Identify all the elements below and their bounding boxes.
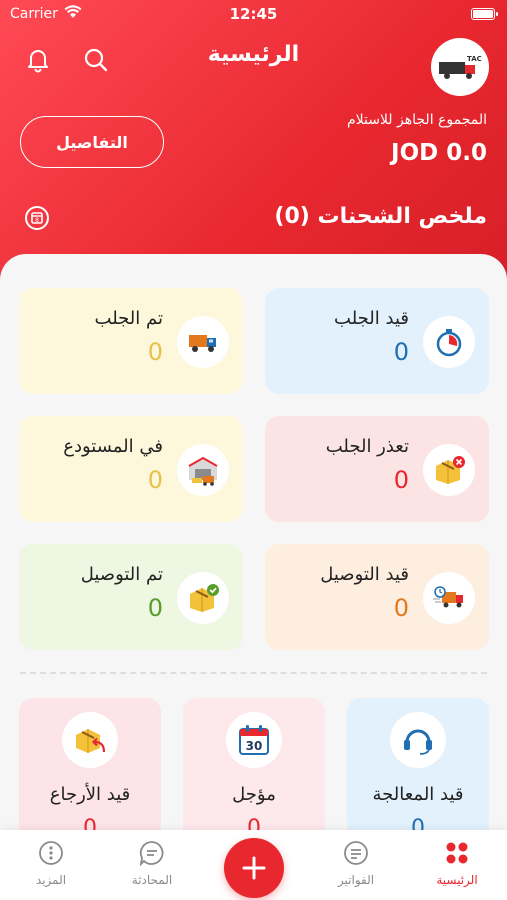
card-label: تعذر الجلب	[325, 436, 409, 457]
company-logo[interactable]: TAC	[431, 38, 489, 96]
stopwatch-icon	[423, 316, 475, 368]
svg-text:30: 30	[246, 739, 263, 753]
details-button[interactable]: التفاصيل	[20, 116, 164, 168]
tab-label: الرئيسية	[436, 873, 478, 887]
card-delivered[interactable]: تم التوصيل 0	[19, 544, 243, 650]
chat-icon	[137, 838, 167, 868]
clock: 12:45	[229, 5, 278, 23]
more-icon	[36, 838, 66, 868]
delivery-truck-icon	[423, 572, 475, 624]
tab-chat[interactable]: المحادثة	[112, 838, 192, 887]
tab-invoices[interactable]: الفواتير	[316, 838, 396, 887]
truck-icon	[177, 316, 229, 368]
tab-more[interactable]: المزيد	[11, 838, 91, 887]
invoice-icon	[341, 838, 371, 868]
tile-label: قيد المعالجة	[372, 784, 464, 805]
tab-home[interactable]: الرئيسية	[417, 838, 497, 887]
warehouse-icon	[177, 444, 229, 496]
tile-label: مؤجل	[232, 784, 276, 805]
tab-label: المحادثة	[131, 873, 173, 887]
tile-label: قيد الأرجاع	[49, 784, 131, 805]
card-pickup-failed[interactable]: تعذر الجلب 0	[265, 416, 489, 522]
add-shipment-button[interactable]	[224, 838, 284, 898]
card-count: 0	[393, 338, 409, 366]
tab-label: الفواتير	[337, 873, 375, 887]
card-delivery-pending[interactable]: قيد التوصيل 0	[265, 544, 489, 650]
card-label: قيد التوصيل	[320, 564, 409, 585]
shipments-summary-title: ملخص الشحنات (0)	[274, 204, 487, 229]
card-count: 0	[393, 594, 409, 622]
summary-calendar-icon[interactable]: 8	[24, 205, 50, 231]
headset-icon	[390, 712, 446, 768]
svg-text:TAC: TAC	[467, 55, 482, 63]
plus-icon	[242, 856, 266, 880]
box-check-icon	[177, 572, 229, 624]
card-label: تم الجلب	[94, 308, 163, 329]
card-count: 0	[393, 466, 409, 494]
calendar-icon: 30	[226, 712, 282, 768]
grid-icon	[442, 838, 472, 868]
card-in-warehouse[interactable]: في المستودع 0	[19, 416, 243, 522]
card-picked-up[interactable]: تم الجلب 0	[19, 288, 243, 394]
svg-text:8: 8	[35, 217, 39, 224]
card-pickup-pending[interactable]: قيد الجلب 0	[265, 288, 489, 394]
ready-total-label: المجموع الجاهز للاستلام	[346, 112, 487, 128]
box-cancel-icon	[423, 444, 475, 496]
ready-total-value: JOD 0.0	[391, 140, 487, 166]
status-bar: Carrier 12:45	[0, 0, 507, 28]
section-divider	[20, 672, 487, 674]
card-count: 0	[147, 338, 163, 366]
card-label: قيد الجلب	[334, 308, 409, 329]
box-return-icon	[62, 712, 118, 768]
card-label: تم التوصيل	[80, 564, 163, 585]
battery-icon	[471, 8, 498, 20]
card-count: 0	[147, 594, 163, 622]
tab-label: المزيد	[35, 873, 67, 887]
card-label: في المستودع	[63, 436, 163, 457]
card-count: 0	[147, 466, 163, 494]
